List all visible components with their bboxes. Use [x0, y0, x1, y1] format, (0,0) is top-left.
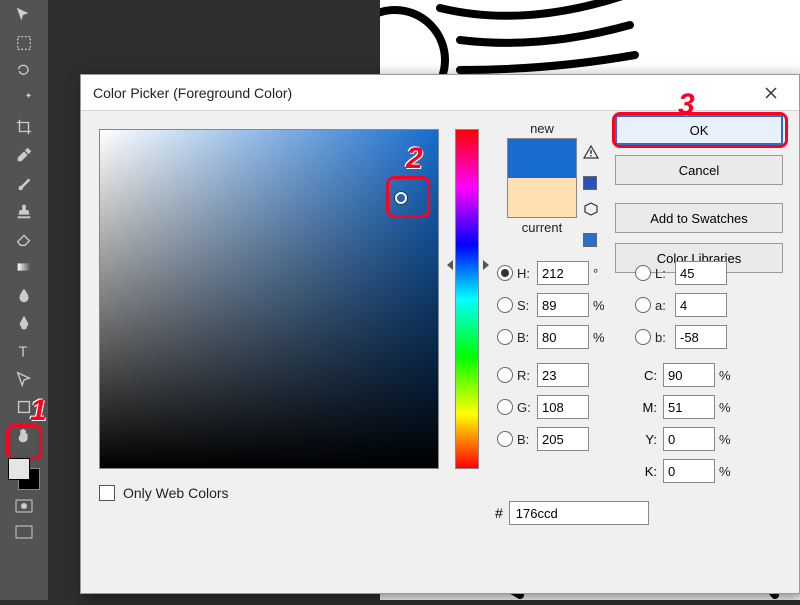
- ok-button[interactable]: OK: [615, 115, 783, 145]
- shape-tool[interactable]: [9, 394, 39, 420]
- input-b[interactable]: [675, 325, 727, 349]
- radio-b[interactable]: [635, 329, 651, 345]
- eyedrop-tool[interactable]: [9, 142, 39, 168]
- eraser-tool[interactable]: [9, 226, 39, 252]
- only-web-row: Only Web Colors: [99, 485, 229, 501]
- radio-bv[interactable]: [497, 329, 513, 345]
- input-bv[interactable]: [537, 325, 589, 349]
- blur-tool[interactable]: [9, 282, 39, 308]
- marquee-tool[interactable]: [9, 30, 39, 56]
- new-color-swatch: [508, 139, 576, 178]
- screenmode-icon[interactable]: [9, 520, 39, 544]
- radio-r[interactable]: [497, 367, 513, 383]
- close-button[interactable]: [755, 79, 787, 107]
- new-label: new: [497, 121, 587, 136]
- crop-tool[interactable]: [9, 114, 39, 140]
- current-color-swatch[interactable]: [508, 178, 576, 217]
- only-web-label: Only Web Colors: [123, 485, 229, 501]
- color-value-fields: H: ° L: S: % a:: [497, 261, 787, 491]
- label-h: H:: [517, 266, 537, 281]
- add-swatches-button[interactable]: Add to Swatches: [615, 203, 783, 233]
- gamut-swatch[interactable]: [583, 176, 597, 190]
- titlebar: Color Picker (Foreground Color): [81, 75, 799, 111]
- pen-tool[interactable]: [9, 310, 39, 336]
- label-l: L:: [655, 266, 675, 281]
- radio-h[interactable]: [497, 265, 513, 281]
- type-tool[interactable]: T: [9, 338, 39, 364]
- input-r[interactable]: [537, 363, 589, 387]
- wand-tool[interactable]: [9, 86, 39, 112]
- foreground-swatch[interactable]: [8, 458, 30, 480]
- quickmask-icon[interactable]: [9, 494, 39, 518]
- tool-toolbar: T: [0, 0, 48, 600]
- input-c[interactable]: [663, 363, 715, 387]
- color-picker-dialog: Color Picker (Foreground Color) new curr…: [80, 74, 800, 594]
- hex-input[interactable]: [509, 501, 649, 525]
- input-s[interactable]: [537, 293, 589, 317]
- input-g[interactable]: [537, 395, 589, 419]
- radio-s[interactable]: [497, 297, 513, 313]
- stamp-tool[interactable]: [9, 198, 39, 224]
- saturation-value-field[interactable]: [99, 129, 439, 469]
- gradient-tool[interactable]: [9, 254, 39, 280]
- radio-l[interactable]: [635, 265, 651, 281]
- warning-column: [583, 145, 599, 247]
- hash-label: #: [495, 505, 503, 521]
- cancel-button[interactable]: Cancel: [615, 155, 783, 185]
- current-label: current: [497, 220, 587, 235]
- radio-g[interactable]: [497, 399, 513, 415]
- websafe-swatch[interactable]: [583, 233, 597, 247]
- input-y[interactable]: [663, 427, 715, 451]
- only-web-checkbox[interactable]: [99, 485, 115, 501]
- color-preview: new current: [497, 121, 587, 235]
- input-h[interactable]: [537, 261, 589, 285]
- dialog-title: Color Picker (Foreground Color): [93, 85, 292, 101]
- input-k[interactable]: [663, 459, 715, 483]
- radio-a[interactable]: [635, 297, 651, 313]
- input-m[interactable]: [663, 395, 715, 419]
- lasso-tool[interactable]: [9, 58, 39, 84]
- hex-row: #: [495, 501, 649, 525]
- color-swatch[interactable]: [6, 456, 42, 492]
- button-column: OK Cancel Add to Swatches Color Librarie…: [615, 115, 783, 273]
- move-tool[interactable]: [9, 2, 39, 28]
- websafe-warning-icon[interactable]: [583, 202, 599, 221]
- gamut-warning-icon[interactable]: [583, 145, 599, 164]
- input-l[interactable]: [675, 261, 727, 285]
- svg-text:T: T: [19, 344, 28, 360]
- input-a[interactable]: [675, 293, 727, 317]
- sv-picker-ring: [395, 192, 407, 204]
- radio-bc[interactable]: [497, 431, 513, 447]
- input-bc[interactable]: [537, 427, 589, 451]
- hue-slider[interactable]: [455, 129, 479, 469]
- brush-tool[interactable]: [9, 170, 39, 196]
- hand-tool[interactable]: [9, 422, 39, 448]
- path-tool[interactable]: [9, 366, 39, 392]
